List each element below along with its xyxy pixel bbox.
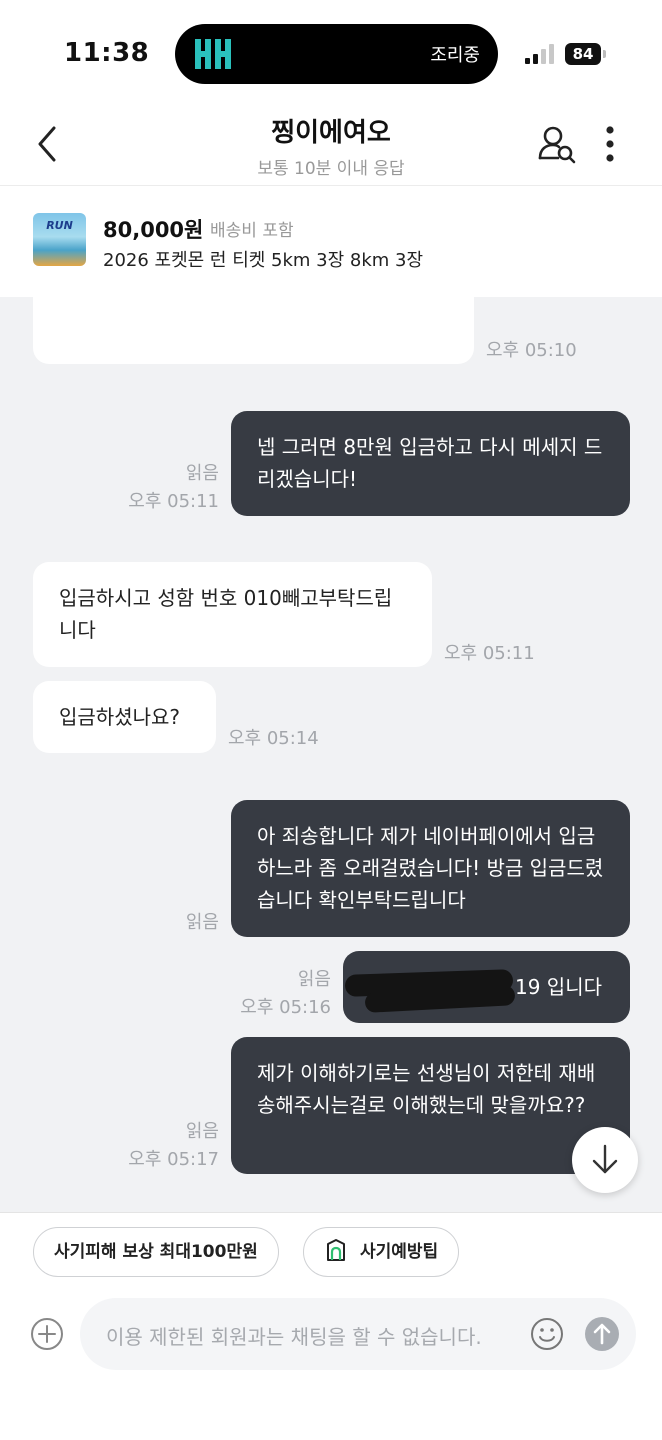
read-receipt: 읽음: [185, 463, 219, 484]
island-status-text: 조리중: [430, 45, 480, 66]
message-time: 오후 05:17: [128, 1149, 219, 1170]
chat-header: 찡이에여오 보통 10분 이내 응답: [0, 100, 662, 186]
read-receipt: 읽음: [185, 1121, 219, 1142]
outgoing-message: 제가 이해하기로는 선생님이 저한테 재배송해주시는걸로 이해했는데 맞을까요?…: [231, 1037, 630, 1174]
smile-icon[interactable]: [530, 1317, 564, 1351]
incoming-message: [33, 297, 474, 364]
thumbnail-text: RUN: [46, 219, 73, 232]
status-time: 11:38: [64, 38, 150, 68]
message-input[interactable]: 이용 제한된 회원과는 채팅을 할 수 없습니다.: [80, 1298, 636, 1370]
user-search-icon[interactable]: [536, 124, 578, 166]
plus-circle-icon[interactable]: [30, 1317, 64, 1351]
fraud-compensation-chip[interactable]: 사기피해 보상 최대100만원: [33, 1227, 279, 1277]
chip-label: 사기피해 보상 최대100만원: [54, 1242, 258, 1262]
input-placeholder: 이용 제한된 회원과는 채팅을 할 수 없습니다.: [106, 1325, 482, 1349]
outgoing-message: 아 죄송합니다 제가 네이버페이에서 입금하느라 좀 오래걸렸습니다! 방금 입…: [231, 800, 630, 937]
product-price: 80,000원: [103, 218, 204, 242]
message-time: 오후 05:11: [444, 643, 535, 664]
chat-messages[interactable]: 오후 05:10 넵 그러면 8만원 입금하고 다시 메세지 드리겠습니다! 읽…: [0, 297, 662, 1212]
outgoing-message: 넵 그러면 8만원 입금하고 다시 메세지 드리겠습니다!: [231, 411, 630, 516]
status-bar: 11:38 조리중 84: [0, 0, 662, 100]
message-time: 오후 05:14: [228, 728, 319, 749]
message-text: 19 입니다: [514, 975, 602, 999]
dynamic-island: 조리중: [175, 24, 498, 84]
message-time: 오후 05:10: [486, 340, 577, 361]
baemin-logo-icon: [195, 39, 231, 69]
message-time: 오후 05:16: [240, 997, 331, 1018]
arrow-down-icon: [592, 1144, 618, 1174]
incoming-message: 입금하셨나요?: [33, 681, 216, 753]
incoming-message: 입금하시고 성함 번호 010빼고부탁드립니다: [33, 562, 432, 667]
chat-footer: 사기피해 보상 최대100만원 사기예방팁 이용 제한된 회원과는 채팅을 할 …: [0, 1212, 662, 1440]
fraud-tips-chip[interactable]: 사기예방팁: [303, 1227, 460, 1277]
battery-icon: 84: [565, 43, 601, 65]
read-receipt: 읽음: [185, 912, 219, 933]
message-time: 오후 05:11: [128, 491, 219, 512]
chip-label: 사기예방팁: [360, 1242, 439, 1262]
shipping-info: 배송비 포함: [210, 221, 294, 241]
send-arrow-up-icon[interactable]: [585, 1317, 619, 1351]
more-vertical-icon[interactable]: [598, 124, 622, 164]
product-thumbnail: RUN: [33, 213, 86, 266]
read-receipt: 읽음: [297, 969, 331, 990]
battery-tip: [603, 50, 606, 58]
shield-icon: [327, 1239, 345, 1261]
signal-icon: [525, 44, 554, 64]
product-name: 2026 포켓몬 런 티켓 5km 3장 8km 3장: [103, 250, 424, 271]
scroll-down-button[interactable]: [572, 1127, 638, 1193]
product-card[interactable]: RUN 80,000원 배송비 포함 2026 포켓몬 런 티켓 5km 3장 …: [0, 187, 662, 297]
